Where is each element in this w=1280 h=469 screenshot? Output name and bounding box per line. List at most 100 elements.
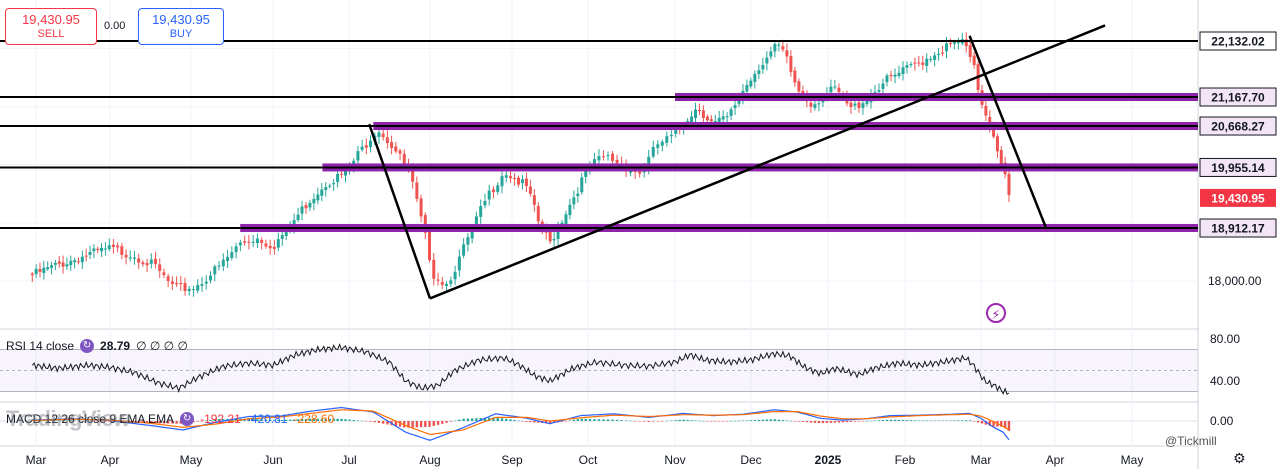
indicator-tick: 80.00 [1210, 332, 1240, 346]
macd-histogram-bar [682, 419, 685, 421]
candle-body [572, 197, 576, 205]
candle-body [674, 129, 678, 134]
candle-body [145, 262, 149, 266]
candle-body [360, 146, 364, 150]
macd-histogram-bar [633, 421, 637, 422]
candle-body [905, 65, 909, 68]
macd-histogram-bar [428, 421, 431, 427]
macd-histogram-bar [965, 420, 968, 421]
candle-body [316, 194, 320, 201]
candle-body [154, 258, 158, 264]
candle-body [166, 276, 170, 282]
macd-histogram-bar [861, 421, 865, 422]
candle-body [809, 102, 813, 107]
macd-histogram-bar [529, 421, 532, 423]
macd-histogram-bar [638, 421, 641, 422]
candle-body [213, 266, 217, 275]
macd-histogram-bar [665, 420, 669, 422]
macd-histogram-bar [969, 420, 972, 421]
gear-icon[interactable]: ⚙ [1233, 450, 1246, 467]
macd-histogram-bar [837, 421, 841, 423]
candle-body [76, 261, 80, 263]
macd-histogram-bar [941, 420, 944, 422]
candle-body [30, 273, 34, 276]
macd-histogram-bar [949, 420, 952, 422]
macd-histogram-bar [825, 421, 829, 423]
macd-histogram-bar [937, 420, 940, 422]
candle-body [729, 109, 733, 116]
candle-body [65, 264, 69, 267]
macd-histogram-bar [381, 421, 385, 424]
chart-canvas[interactable]: 22,132.02 21,167.70 20,668.27 19,955.14 19,4… [0, 0, 1280, 469]
time-axis[interactable]: Mar Apr May Jun Jul Aug Sep Oct Nov Dec 2025 Feb Mar… [26, 453, 1144, 467]
candle-body [92, 248, 96, 252]
candle-body [226, 256, 230, 262]
sell-button[interactable]: 19,430.95 SELL [5, 8, 97, 45]
macd-histogram-bar [929, 420, 932, 422]
time-tick: May [180, 453, 203, 467]
candle-body [381, 133, 385, 138]
rsi-legend[interactable]: RSI 14 close ↻ 28.79 ∅ ∅ ∅ ∅ [6, 339, 188, 353]
macd-histogram-bar [833, 421, 837, 423]
candle-body [733, 105, 737, 109]
candle-body [944, 43, 948, 52]
candle-body [532, 195, 536, 205]
price-axis[interactable]: 22,132.02 21,167.70 20,668.27 19,955.14 19,4… [1199, 0, 1280, 469]
loop-icon[interactable]: ↻ [80, 339, 95, 353]
candle-body [436, 279, 440, 281]
macd-histogram-bar [373, 421, 376, 423]
macd-histogram-bar [674, 420, 677, 421]
candle-body [255, 238, 259, 244]
candle-body [881, 83, 885, 89]
macd-histogram-bar [344, 419, 347, 421]
loop-icon[interactable]: ↻ [180, 412, 195, 426]
macd-histogram-bar [505, 418, 508, 421]
macd-signal-value: -228.60 [293, 412, 335, 426]
macd-histogram-bar [620, 420, 623, 421]
time-tick: Jul [341, 453, 356, 467]
macd-histogram-bar [761, 419, 765, 421]
macd-histogram-bar [789, 420, 793, 422]
macd-histogram-bar [521, 421, 524, 422]
candle-body [61, 262, 65, 267]
macd-histogram-bar [624, 420, 628, 421]
candle-body [332, 183, 336, 185]
price-label: 19,955.14 [1211, 161, 1265, 175]
macd-histogram-bar [597, 419, 601, 421]
macd-histogram-bar [921, 420, 924, 422]
candle-body [88, 251, 92, 255]
credit-text: @Tickmill [1165, 434, 1217, 448]
macd-histogram-bar [797, 421, 801, 422]
macd-histogram-bar [741, 420, 745, 422]
candle-body [264, 243, 268, 247]
macd-histogram-bar [777, 419, 781, 421]
macd-histogram-bar [449, 421, 453, 422]
candle-body [705, 116, 709, 121]
macd-histogram-bar [773, 419, 777, 421]
macd-histogram-bar [500, 418, 504, 421]
macd-histogram-bar [336, 418, 339, 421]
candle-body [116, 245, 120, 248]
candle-body [158, 264, 162, 271]
candle-body [432, 259, 436, 279]
candle-body [999, 149, 1003, 165]
macd-histogram-bar [458, 419, 461, 421]
macd-histogram-bar [356, 420, 360, 421]
candle-body [580, 177, 584, 193]
lightning-icon[interactable]: ⚡ [986, 303, 1006, 323]
time-tick: Jun [263, 453, 282, 467]
macd-value: -420.81 [246, 412, 288, 426]
macd-histogram-bar [793, 421, 797, 422]
price-label: 18,912.17 [1211, 222, 1265, 236]
macd-histogram-bar [809, 421, 813, 423]
rsi-extra: ∅ ∅ ∅ ∅ [136, 339, 188, 353]
candle-body [268, 245, 272, 249]
candle-body [660, 141, 664, 146]
time-tick: May [1121, 453, 1144, 467]
buy-button[interactable]: 19,430.95 BUY [138, 8, 224, 45]
candle-body [462, 244, 466, 256]
macd-histogram-bar [415, 421, 419, 428]
macd-histogram-bar [533, 421, 536, 423]
candle-body [385, 137, 389, 144]
candle-body [1007, 173, 1011, 196]
